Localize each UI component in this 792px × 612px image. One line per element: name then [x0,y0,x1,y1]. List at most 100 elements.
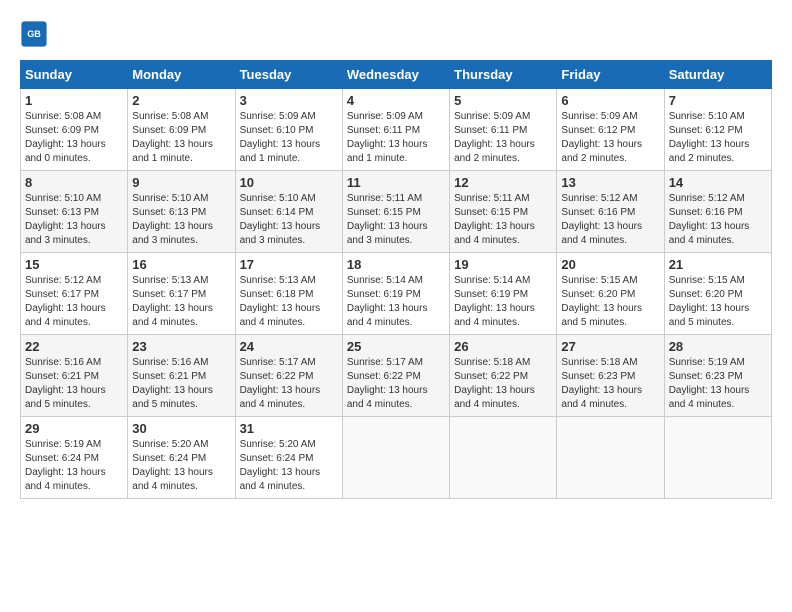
calendar-week-2: 8 Sunrise: 5:10 AM Sunset: 6:13 PM Dayli… [21,171,772,253]
calendar-cell: 18 Sunrise: 5:14 AM Sunset: 6:19 PM Dayl… [342,253,449,335]
calendar-cell: 30 Sunrise: 5:20 AM Sunset: 6:24 PM Dayl… [128,417,235,499]
calendar-cell: 14 Sunrise: 5:12 AM Sunset: 6:16 PM Dayl… [664,171,771,253]
day-info: Sunrise: 5:17 AM Sunset: 6:22 PM Dayligh… [240,356,338,412]
calendar-cell [450,417,557,499]
day-number: 10 [240,175,338,190]
day-info: Sunrise: 5:09 AM Sunset: 6:11 PM Dayligh… [454,110,552,166]
calendar-cell: 16 Sunrise: 5:13 AM Sunset: 6:17 PM Dayl… [128,253,235,335]
calendar-cell: 13 Sunrise: 5:12 AM Sunset: 6:16 PM Dayl… [557,171,664,253]
day-number: 8 [25,175,123,190]
calendar-week-3: 15 Sunrise: 5:12 AM Sunset: 6:17 PM Dayl… [21,253,772,335]
day-number: 18 [347,257,445,272]
day-info: Sunrise: 5:12 AM Sunset: 6:17 PM Dayligh… [25,274,123,330]
day-number: 5 [454,93,552,108]
day-info: Sunrise: 5:14 AM Sunset: 6:19 PM Dayligh… [347,274,445,330]
day-number: 11 [347,175,445,190]
day-info: Sunrise: 5:13 AM Sunset: 6:18 PM Dayligh… [240,274,338,330]
calendar-cell: 25 Sunrise: 5:17 AM Sunset: 6:22 PM Dayl… [342,335,449,417]
calendar-cell: 21 Sunrise: 5:15 AM Sunset: 6:20 PM Dayl… [664,253,771,335]
day-info: Sunrise: 5:20 AM Sunset: 6:24 PM Dayligh… [132,438,230,494]
calendar-week-5: 29 Sunrise: 5:19 AM Sunset: 6:24 PM Dayl… [21,417,772,499]
weekday-header-thursday: Thursday [450,61,557,89]
day-info: Sunrise: 5:19 AM Sunset: 6:23 PM Dayligh… [669,356,767,412]
calendar-cell: 20 Sunrise: 5:15 AM Sunset: 6:20 PM Dayl… [557,253,664,335]
day-info: Sunrise: 5:20 AM Sunset: 6:24 PM Dayligh… [240,438,338,494]
day-info: Sunrise: 5:18 AM Sunset: 6:22 PM Dayligh… [454,356,552,412]
day-info: Sunrise: 5:16 AM Sunset: 6:21 PM Dayligh… [132,356,230,412]
calendar-cell: 8 Sunrise: 5:10 AM Sunset: 6:13 PM Dayli… [21,171,128,253]
day-info: Sunrise: 5:09 AM Sunset: 6:11 PM Dayligh… [347,110,445,166]
day-info: Sunrise: 5:08 AM Sunset: 6:09 PM Dayligh… [132,110,230,166]
calendar-week-4: 22 Sunrise: 5:16 AM Sunset: 6:21 PM Dayl… [21,335,772,417]
calendar-cell: 2 Sunrise: 5:08 AM Sunset: 6:09 PM Dayli… [128,89,235,171]
calendar-cell: 23 Sunrise: 5:16 AM Sunset: 6:21 PM Dayl… [128,335,235,417]
day-info: Sunrise: 5:12 AM Sunset: 6:16 PM Dayligh… [669,192,767,248]
day-number: 12 [454,175,552,190]
svg-text:GB: GB [27,29,41,39]
weekday-header-wednesday: Wednesday [342,61,449,89]
calendar-cell [342,417,449,499]
calendar-cell: 17 Sunrise: 5:13 AM Sunset: 6:18 PM Dayl… [235,253,342,335]
calendar-cell: 26 Sunrise: 5:18 AM Sunset: 6:22 PM Dayl… [450,335,557,417]
day-info: Sunrise: 5:10 AM Sunset: 6:14 PM Dayligh… [240,192,338,248]
day-number: 3 [240,93,338,108]
day-number: 27 [561,339,659,354]
day-info: Sunrise: 5:10 AM Sunset: 6:13 PM Dayligh… [25,192,123,248]
weekday-header-monday: Monday [128,61,235,89]
calendar-cell: 1 Sunrise: 5:08 AM Sunset: 6:09 PM Dayli… [21,89,128,171]
calendar-table: SundayMondayTuesdayWednesdayThursdayFrid… [20,60,772,499]
day-info: Sunrise: 5:12 AM Sunset: 6:16 PM Dayligh… [561,192,659,248]
calendar-cell: 9 Sunrise: 5:10 AM Sunset: 6:13 PM Dayli… [128,171,235,253]
day-info: Sunrise: 5:14 AM Sunset: 6:19 PM Dayligh… [454,274,552,330]
day-info: Sunrise: 5:10 AM Sunset: 6:13 PM Dayligh… [132,192,230,248]
day-number: 9 [132,175,230,190]
weekday-header-row: SundayMondayTuesdayWednesdayThursdayFrid… [21,61,772,89]
day-info: Sunrise: 5:19 AM Sunset: 6:24 PM Dayligh… [25,438,123,494]
day-info: Sunrise: 5:11 AM Sunset: 6:15 PM Dayligh… [454,192,552,248]
calendar-cell: 24 Sunrise: 5:17 AM Sunset: 6:22 PM Dayl… [235,335,342,417]
day-info: Sunrise: 5:15 AM Sunset: 6:20 PM Dayligh… [669,274,767,330]
calendar-week-1: 1 Sunrise: 5:08 AM Sunset: 6:09 PM Dayli… [21,89,772,171]
day-number: 29 [25,421,123,436]
weekday-header-tuesday: Tuesday [235,61,342,89]
day-info: Sunrise: 5:09 AM Sunset: 6:10 PM Dayligh… [240,110,338,166]
logo-icon: GB [20,20,48,48]
weekday-header-saturday: Saturday [664,61,771,89]
calendar-cell: 27 Sunrise: 5:18 AM Sunset: 6:23 PM Dayl… [557,335,664,417]
calendar-cell [664,417,771,499]
day-number: 23 [132,339,230,354]
day-number: 22 [25,339,123,354]
calendar-cell: 4 Sunrise: 5:09 AM Sunset: 6:11 PM Dayli… [342,89,449,171]
calendar-cell: 11 Sunrise: 5:11 AM Sunset: 6:15 PM Dayl… [342,171,449,253]
logo: GB [20,20,52,48]
day-info: Sunrise: 5:11 AM Sunset: 6:15 PM Dayligh… [347,192,445,248]
weekday-header-friday: Friday [557,61,664,89]
day-info: Sunrise: 5:09 AM Sunset: 6:12 PM Dayligh… [561,110,659,166]
day-number: 4 [347,93,445,108]
day-info: Sunrise: 5:08 AM Sunset: 6:09 PM Dayligh… [25,110,123,166]
calendar-cell: 6 Sunrise: 5:09 AM Sunset: 6:12 PM Dayli… [557,89,664,171]
calendar-cell: 10 Sunrise: 5:10 AM Sunset: 6:14 PM Dayl… [235,171,342,253]
day-number: 17 [240,257,338,272]
weekday-header-sunday: Sunday [21,61,128,89]
day-info: Sunrise: 5:13 AM Sunset: 6:17 PM Dayligh… [132,274,230,330]
day-number: 1 [25,93,123,108]
calendar-cell: 29 Sunrise: 5:19 AM Sunset: 6:24 PM Dayl… [21,417,128,499]
day-number: 31 [240,421,338,436]
day-number: 13 [561,175,659,190]
calendar-cell [557,417,664,499]
day-info: Sunrise: 5:18 AM Sunset: 6:23 PM Dayligh… [561,356,659,412]
day-number: 2 [132,93,230,108]
day-number: 7 [669,93,767,108]
day-number: 19 [454,257,552,272]
calendar-cell: 28 Sunrise: 5:19 AM Sunset: 6:23 PM Dayl… [664,335,771,417]
day-number: 30 [132,421,230,436]
day-info: Sunrise: 5:17 AM Sunset: 6:22 PM Dayligh… [347,356,445,412]
calendar-cell: 7 Sunrise: 5:10 AM Sunset: 6:12 PM Dayli… [664,89,771,171]
calendar-cell: 31 Sunrise: 5:20 AM Sunset: 6:24 PM Dayl… [235,417,342,499]
calendar-cell: 22 Sunrise: 5:16 AM Sunset: 6:21 PM Dayl… [21,335,128,417]
calendar-cell: 12 Sunrise: 5:11 AM Sunset: 6:15 PM Dayl… [450,171,557,253]
day-info: Sunrise: 5:16 AM Sunset: 6:21 PM Dayligh… [25,356,123,412]
calendar-cell: 5 Sunrise: 5:09 AM Sunset: 6:11 PM Dayli… [450,89,557,171]
calendar-cell: 3 Sunrise: 5:09 AM Sunset: 6:10 PM Dayli… [235,89,342,171]
